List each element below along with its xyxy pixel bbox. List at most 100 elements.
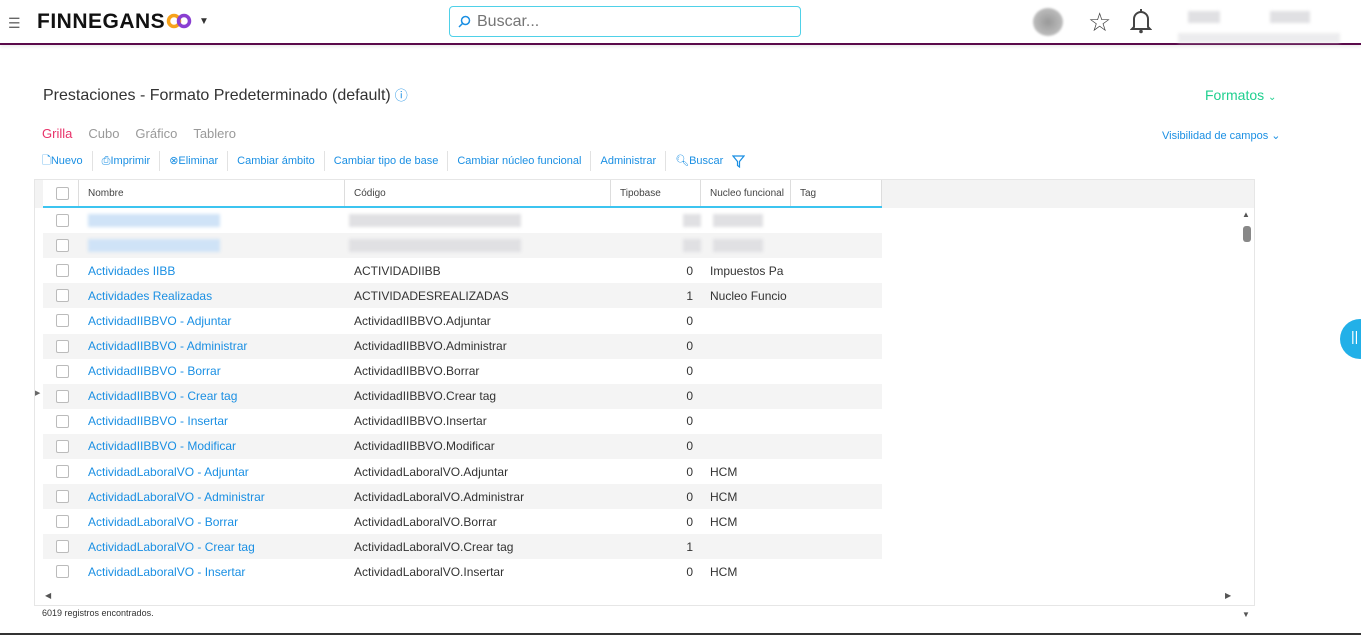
blurred-nombre xyxy=(88,239,220,253)
nombre-link[interactable]: ActividadLaboralVO - Adjuntar xyxy=(79,459,345,484)
eliminar-button[interactable]: ⊗Eliminar xyxy=(160,151,229,171)
visibilidad-campos-dropdown[interactable]: Visibilidad de campos ⌄ xyxy=(1162,129,1280,142)
table-row[interactable]: ActividadLaboralVO - Adjuntar ActividadL… xyxy=(43,459,882,484)
row-checkbox[interactable] xyxy=(56,389,69,403)
row-checkbox[interactable] xyxy=(56,214,69,227)
row-checkbox-cell xyxy=(43,334,79,359)
brand-logo[interactable]: FINNEGANS xyxy=(37,10,165,34)
nucleo-cell xyxy=(701,358,791,384)
scroll-up-icon[interactable]: ▲ xyxy=(1242,210,1250,219)
company-name-blurred xyxy=(1270,11,1310,23)
row-checkbox[interactable] xyxy=(56,439,69,453)
filter-icon[interactable] xyxy=(732,154,746,168)
codigo-cell: ActividadIIBBVO.Adjuntar xyxy=(354,313,491,328)
row-checkbox-cell xyxy=(43,409,79,434)
table-row[interactable]: ActividadIIBBVO - Adjuntar ActividadIIBB… xyxy=(43,308,882,334)
formatos-dropdown[interactable]: Formatos ⌄ xyxy=(1205,87,1276,103)
nombre-link[interactable]: ActividadIIBBVO - Modificar xyxy=(79,434,345,459)
table-row[interactable]: ActividadLaboralVO - Administrar Activid… xyxy=(43,484,882,510)
table-row[interactable]: ActividadIIBBVO - Insertar ActividadIIBB… xyxy=(43,408,882,434)
nombre-link[interactable]: Actividades Realizadas xyxy=(79,283,345,308)
nombre-link[interactable]: ActividadIIBBVO - Insertar xyxy=(79,409,345,434)
search-input[interactable] xyxy=(477,12,777,31)
row-checkbox-cell xyxy=(43,258,79,283)
top-bar: ☰ FINNEGANS ▼ ☆ xyxy=(0,0,1361,45)
administrar-button[interactable]: Administrar xyxy=(591,151,667,171)
row-checkbox[interactable] xyxy=(56,289,69,303)
col-tipobase[interactable]: Tipobase xyxy=(611,180,701,207)
nombre-link[interactable]: ActividadIIBBVO - Crear tag xyxy=(79,384,345,409)
row-checkbox[interactable] xyxy=(56,565,69,579)
row-checkbox-cell xyxy=(43,283,79,308)
imprimir-button[interactable]: ⎙Imprimir xyxy=(93,151,161,171)
data-grid: Nombre Código Tipobase Nucleo funcional … xyxy=(34,179,1255,619)
tab-grilla[interactable]: Grilla xyxy=(42,126,72,141)
nombre-link[interactable]: ActividadIIBBVO - Borrar xyxy=(79,359,345,384)
row-checkbox[interactable] xyxy=(56,239,69,253)
row-checkbox[interactable] xyxy=(56,540,69,554)
search-icon: 🔍︎ xyxy=(675,155,690,167)
col-nucleo[interactable]: Nucleo funcional xyxy=(701,180,791,207)
scroll-thumb[interactable] xyxy=(1243,226,1251,242)
info-icon[interactable]: ⓘ xyxy=(395,88,408,103)
side-panel-toggle[interactable]: || xyxy=(1340,319,1361,359)
nombre-link[interactable]: ActividadLaboralVO - Crear tag xyxy=(79,534,345,559)
table-row[interactable]: ActividadLaboralVO - Borrar ActividadLab… xyxy=(43,509,882,535)
table-row[interactable]: ActividadLaboralVO - Crear tag Actividad… xyxy=(43,534,882,560)
nombre-link[interactable]: ActividadIIBBVO - Administrar xyxy=(79,334,345,359)
row-checkbox[interactable] xyxy=(56,314,69,328)
nombre-link[interactable]: ActividadLaboralVO - Insertar xyxy=(79,559,345,584)
row-checkbox[interactable] xyxy=(56,264,69,278)
table-row[interactable] xyxy=(43,208,882,233)
favorites-star-icon[interactable]: ☆ xyxy=(1088,7,1111,38)
table-row[interactable]: Actividades IIBB ACTIVIDADIIBB 0 Impuest… xyxy=(43,258,882,284)
scroll-down-icon[interactable]: ▼ xyxy=(1242,610,1250,619)
nombre-link[interactable]: Actividades IIBB xyxy=(79,258,345,283)
scroll-left-icon[interactable]: ◀ xyxy=(45,591,51,600)
table-row[interactable]: ActividadIIBBVO - Borrar ActividadIIBBVO… xyxy=(43,358,882,384)
nombre-link[interactable]: ActividadLaboralVO - Administrar xyxy=(79,484,345,509)
row-checkbox[interactable] xyxy=(56,414,69,428)
table-row[interactable]: ActividadIIBBVO - Crear tag ActividadIIB… xyxy=(43,383,882,409)
scroll-right-icon[interactable]: ▶ xyxy=(1225,591,1231,600)
search-box[interactable] xyxy=(449,6,801,37)
notifications-bell-icon[interactable] xyxy=(1130,8,1152,34)
buscar-button[interactable]: 🔍︎Buscar xyxy=(666,151,732,171)
table-row[interactable]: ActividadIIBBVO - Administrar ActividadI… xyxy=(43,333,882,359)
row-checkbox-cell xyxy=(43,534,79,559)
col-tag[interactable]: Tag xyxy=(791,180,882,207)
user-avatar[interactable] xyxy=(1033,8,1063,36)
table-row[interactable]: ActividadLaboralVO - Insertar ActividadL… xyxy=(43,559,882,585)
row-checkbox-cell xyxy=(43,459,79,484)
brand-dropdown-icon[interactable]: ▼ xyxy=(199,16,209,27)
cambiar-nucleo-button[interactable]: Cambiar núcleo funcional xyxy=(448,151,592,171)
nombre-link[interactable]: ActividadIIBBVO - Adjuntar xyxy=(79,308,345,333)
tab-cubo[interactable]: Cubo xyxy=(88,126,119,141)
page-title-text: Prestaciones - Formato Predeterminado (d… xyxy=(43,87,391,104)
table-row[interactable]: ActividadIIBBVO - Modificar ActividadIIB… xyxy=(43,433,882,459)
menu-icon[interactable]: ☰ xyxy=(8,15,21,32)
tipobase-cell: 0 xyxy=(686,489,693,504)
blurred-nucleo xyxy=(713,214,763,227)
search-icon xyxy=(458,15,471,28)
select-all-checkbox[interactable] xyxy=(56,187,69,200)
col-nombre[interactable]: Nombre xyxy=(79,180,345,207)
imprimir-label: Imprimir xyxy=(110,155,151,167)
table-row[interactable] xyxy=(43,233,882,259)
nuevo-button[interactable]: 🗋Nuevo xyxy=(42,151,93,171)
col-codigo[interactable]: Código xyxy=(345,180,611,207)
tab-tablero[interactable]: Tablero xyxy=(193,126,236,141)
row-expand-icon[interactable]: ▶ xyxy=(35,389,40,397)
row-checkbox-cell xyxy=(43,208,79,233)
row-checkbox[interactable] xyxy=(56,515,69,529)
table-row[interactable]: Actividades Realizadas ACTIVIDADESREALIZ… xyxy=(43,283,882,309)
nombre-link[interactable]: ActividadLaboralVO - Borrar xyxy=(79,509,345,534)
tab-grafico[interactable]: Gráfico xyxy=(135,126,177,141)
cambiar-tipo-base-button[interactable]: Cambiar tipo de base xyxy=(325,151,449,171)
row-checkbox[interactable] xyxy=(56,490,69,504)
row-checkbox[interactable] xyxy=(56,339,69,353)
row-checkbox[interactable] xyxy=(56,465,69,478)
row-checkbox[interactable] xyxy=(56,364,69,378)
vertical-scrollbar[interactable]: ▲ ▼ xyxy=(1239,208,1254,619)
cambiar-ambito-button[interactable]: Cambiar ámbito xyxy=(228,151,325,171)
